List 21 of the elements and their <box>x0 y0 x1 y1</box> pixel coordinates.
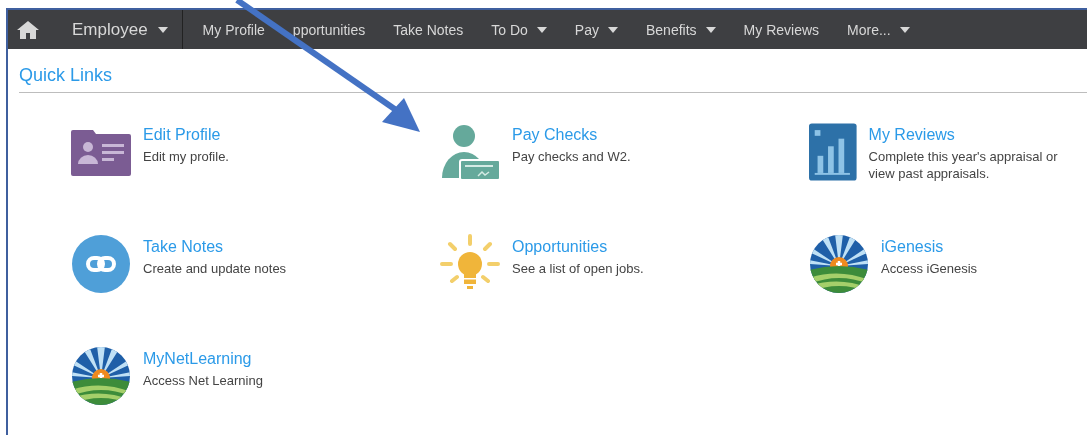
link-description: Create and update notes <box>143 260 287 277</box>
nav-item[interactable]: Benefits <box>632 10 730 49</box>
paycheck-icon <box>440 122 500 182</box>
nav-item[interactable]: My Reviews <box>729 10 834 49</box>
employee-menu[interactable]: Employee <box>44 10 183 49</box>
nav-item[interactable]: More... <box>833 10 924 49</box>
home-icon <box>17 19 39 40</box>
link-description: Access Net Learning <box>143 372 263 389</box>
link-description: See a list of open jobs. <box>512 260 644 277</box>
nav-item[interactable]: Pay <box>560 10 632 49</box>
bar-chart-icon <box>809 122 857 182</box>
link-description: Access iGenesis <box>881 260 978 277</box>
section-heading: Quick Links <box>19 65 1087 93</box>
link-description: Edit my profile. <box>143 148 229 165</box>
nav-item[interactable]: pportunities <box>278 10 380 49</box>
nav-item[interactable]: To Do <box>477 10 561 49</box>
link-description: Pay checks and W2. <box>512 148 631 165</box>
link-description: Complete this year's appraisal or view past appraisals. <box>868 148 1059 182</box>
link-icon <box>71 234 131 294</box>
nav-item[interactable]: My Profile <box>188 10 279 49</box>
nav-item[interactable]: Take Notes <box>379 10 478 49</box>
